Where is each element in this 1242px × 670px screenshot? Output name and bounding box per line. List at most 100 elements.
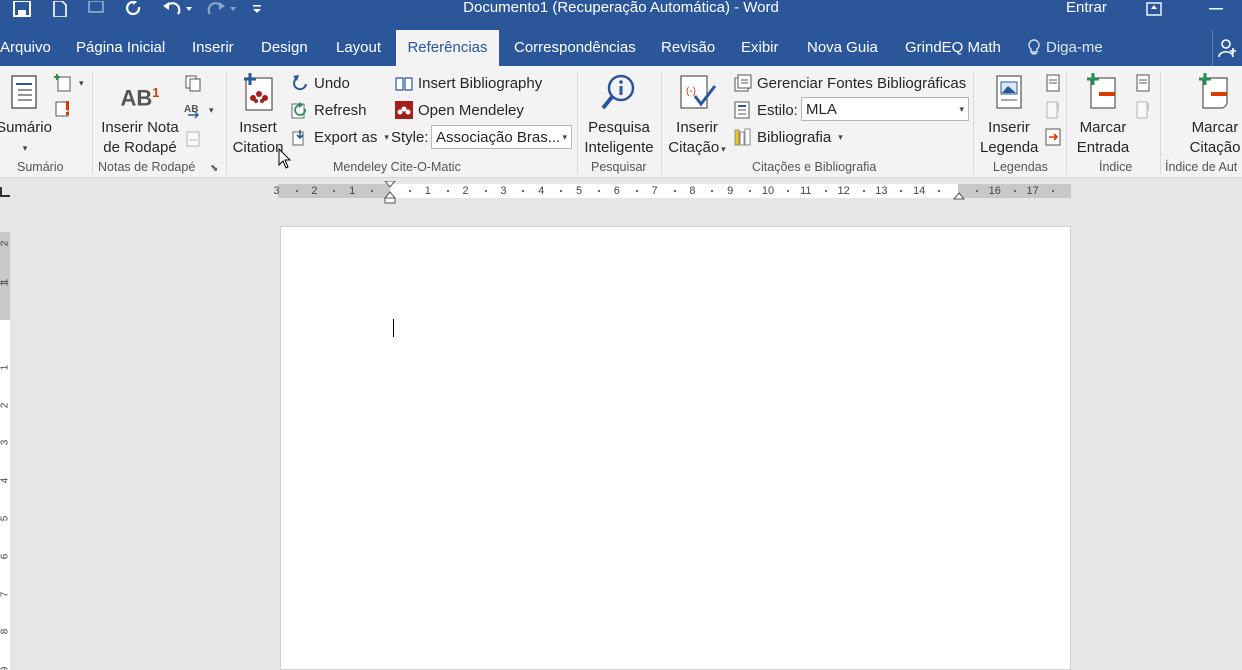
ruler-number: 2 (311, 185, 318, 197)
export-icon (292, 130, 304, 146)
undo-icon[interactable] (160, 0, 194, 18)
dialog-launcher-icon[interactable]: ⬊ (210, 163, 218, 174)
table-of-figures-icon (1046, 74, 1060, 92)
open-mendeley-button[interactable]: Open Mendeley (395, 99, 524, 121)
update-table-figures-button[interactable] (1044, 99, 1062, 121)
insert-citation-label-1: Insert (239, 119, 277, 136)
bibliography-style-select[interactable]: MLA ▾ (801, 97, 969, 121)
citation-style-select[interactable]: Associação Bras... ▾ (431, 125, 572, 149)
export-as-button[interactable]: Export as ▾ (291, 126, 389, 148)
ruler-tick (333, 190, 336, 192)
sign-in-link[interactable]: Entrar (1066, 0, 1107, 16)
minimize-icon[interactable] (1206, 0, 1226, 18)
inserir-citacao-button[interactable]: (-) Inserir Citação ▾ (665, 72, 729, 159)
ruler-number: 3 (273, 185, 280, 197)
tab-grindeq-math[interactable]: GrindEQ Math (905, 30, 1001, 66)
inserir-citacao-text: Citação (668, 139, 720, 156)
tab-layout[interactable]: Layout (336, 30, 381, 66)
inserir-nota-label-1: Inserir Nota (101, 119, 179, 136)
insert-table-of-figures-button[interactable] (1044, 72, 1062, 94)
ruler-number: 7 (651, 185, 658, 197)
cross-reference-icon (1045, 128, 1061, 146)
document-page[interactable] (280, 226, 1071, 670)
ribbon-tabs: Arquivo Página Inicial Inserir Design La… (0, 30, 1242, 66)
ruler-number: 4 (538, 185, 545, 197)
horizontal-ruler[interactable]: 3 2 1 1 2 3 4 5 6 7 8 9 10 11 12 13 14 16 17 (274, 181, 1071, 204)
add-text-button[interactable]: ▾ (54, 72, 84, 94)
refresh-button[interactable]: Refresh (291, 99, 367, 121)
pesquisa-inteligente-button[interactable]: Pesquisa Inteligente (582, 72, 656, 158)
ribbon-display-options-icon[interactable] (1144, 0, 1164, 18)
redo-circle-icon[interactable] (124, 0, 144, 18)
vertical-ruler[interactable]: 211123456789 (0, 232, 11, 670)
redo-icon[interactable] (204, 0, 238, 18)
ruler-tick (560, 190, 563, 192)
ruler-tick (824, 190, 827, 192)
ruler-tick (1051, 190, 1054, 192)
tab-arquivo[interactable]: Arquivo (0, 30, 51, 66)
export-label: Export as (314, 128, 378, 146)
tab-exibir[interactable]: Exibir (741, 30, 779, 66)
marcar-entrada-button[interactable]: Marcar Entrada (1072, 72, 1134, 158)
group-separator (661, 72, 662, 174)
next-footnote-button[interactable]: AB ▾ (184, 99, 214, 121)
mendeley-logo-icon (395, 101, 413, 119)
ruler-number: 17 (1026, 185, 1039, 197)
insert-citation-button[interactable]: Insert Citation (230, 72, 286, 158)
tab-nova-guia[interactable]: Nova Guia (807, 30, 878, 66)
tab-pagina-inicial[interactable]: Página Inicial (76, 30, 165, 66)
marcar-citacao-button[interactable]: Marcar Citação (1184, 72, 1242, 158)
right-indent-marker-icon[interactable] (953, 192, 965, 201)
bibliografia-button[interactable]: Bibliografia ▾ (734, 126, 843, 148)
inserir-citacao-label-2: Citação ▾ (668, 139, 726, 156)
ribbon: Sumário ▾ ▾ Sumário AB1 Inserir Nota de … (0, 66, 1242, 178)
manage-sources-icon (734, 74, 752, 92)
ruler-number: 9 (727, 185, 734, 197)
save-icon[interactable] (12, 0, 32, 18)
group-label-notas: Notas de Rodapé (98, 160, 196, 174)
update-index-button[interactable] (1134, 99, 1152, 121)
insert-index-button[interactable] (1134, 72, 1152, 94)
show-notes-button[interactable] (184, 128, 202, 150)
customize-qat-icon[interactable] (250, 0, 264, 18)
indent-markers-icon[interactable] (384, 181, 396, 205)
sumario-button[interactable]: Sumário ▾ (0, 72, 52, 158)
legenda-label-2: Legenda (980, 139, 1039, 156)
group-separator (226, 72, 227, 174)
update-index-icon (1136, 101, 1149, 119)
svg-text:(-): (-) (686, 86, 696, 97)
cross-reference-button[interactable] (1044, 126, 1062, 148)
ruler-tick (295, 190, 298, 192)
inserir-nota-de-rodape-button[interactable]: AB1 Inserir Nota de Rodapé (100, 72, 180, 158)
ruler-number: 8 (689, 185, 696, 197)
group-label-mendeley: Mendeley Cite-O-Matic (333, 160, 461, 174)
touch-mode-icon[interactable] (86, 0, 106, 18)
undo-button[interactable]: Undo (291, 72, 350, 94)
tell-me-search[interactable]: Diga-me (1028, 30, 1103, 66)
tab-inserir[interactable]: Inserir (192, 30, 234, 66)
ruler-tick (938, 190, 941, 192)
insert-endnote-button[interactable] (184, 72, 202, 94)
undo-label: Undo (314, 74, 350, 92)
tab-correspondencias[interactable]: Correspondências (514, 30, 636, 66)
group-separator (1066, 72, 1067, 174)
tab-referencias[interactable]: Referências (396, 30, 499, 66)
insert-bibliography-button[interactable]: Insert Bibliography (395, 72, 542, 94)
share-user-icon[interactable] (1212, 30, 1242, 66)
lightbulb-icon (1028, 39, 1040, 55)
new-document-icon[interactable] (50, 0, 70, 18)
mark-citation-icon (1199, 73, 1228, 109)
tab-revisao[interactable]: Revisão (661, 30, 715, 66)
style-list-icon (734, 101, 750, 119)
vertical-ruler-number: 9 (0, 666, 11, 670)
gerenciar-fontes-button[interactable]: Gerenciar Fontes Bibliográficas (734, 72, 966, 94)
group-separator (973, 72, 974, 174)
bibliography-book-icon (395, 77, 413, 91)
inserir-legenda-button[interactable]: Inserir Legenda (980, 72, 1038, 158)
tab-design[interactable]: Design (261, 30, 308, 66)
update-table-button[interactable] (54, 98, 72, 120)
ruler-number: 3 (500, 185, 507, 197)
ruler-tick (786, 190, 789, 192)
tab-stop-selector[interactable] (0, 187, 10, 197)
ruler-number: 6 (613, 185, 620, 197)
